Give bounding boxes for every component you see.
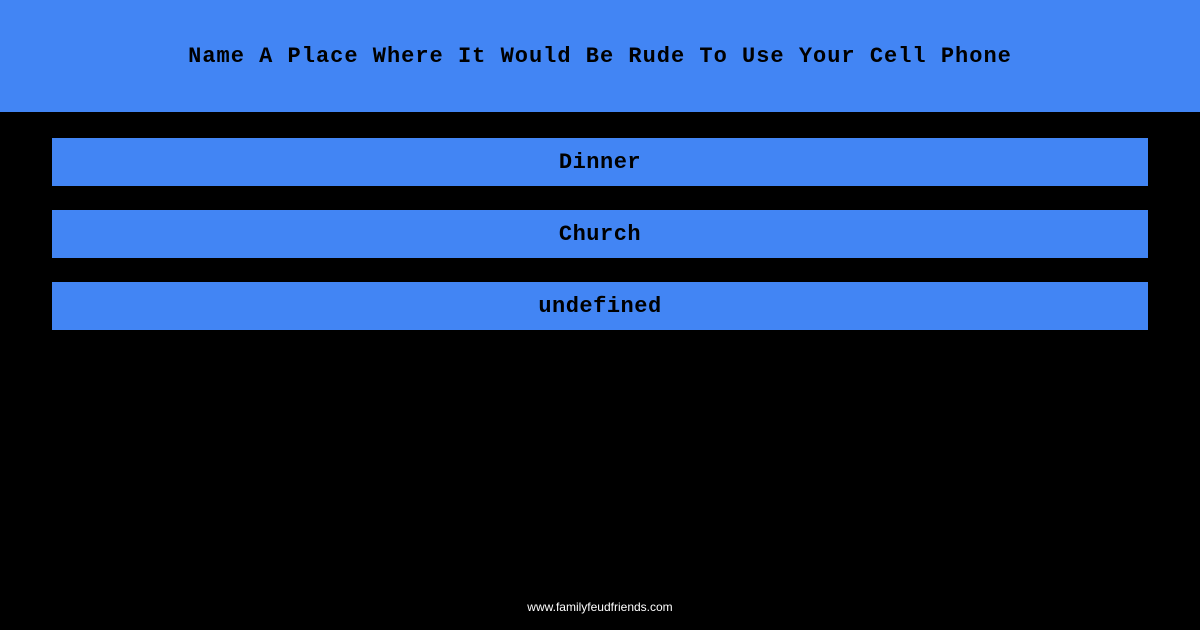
answer-label: undefined	[538, 294, 661, 319]
answer-row[interactable]: Dinner	[52, 138, 1148, 186]
answer-label: Dinner	[559, 150, 641, 175]
answer-label: Church	[559, 222, 641, 247]
question-title: Name A Place Where It Would Be Rude To U…	[188, 44, 1012, 69]
question-header: Name A Place Where It Would Be Rude To U…	[0, 0, 1200, 112]
answer-row[interactable]: Church	[52, 210, 1148, 258]
footer: www.familyfeudfriends.com	[0, 598, 1200, 616]
answers-list: Dinner Church undefined	[0, 112, 1200, 330]
answer-row[interactable]: undefined	[52, 282, 1148, 330]
footer-url: www.familyfeudfriends.com	[527, 600, 672, 614]
